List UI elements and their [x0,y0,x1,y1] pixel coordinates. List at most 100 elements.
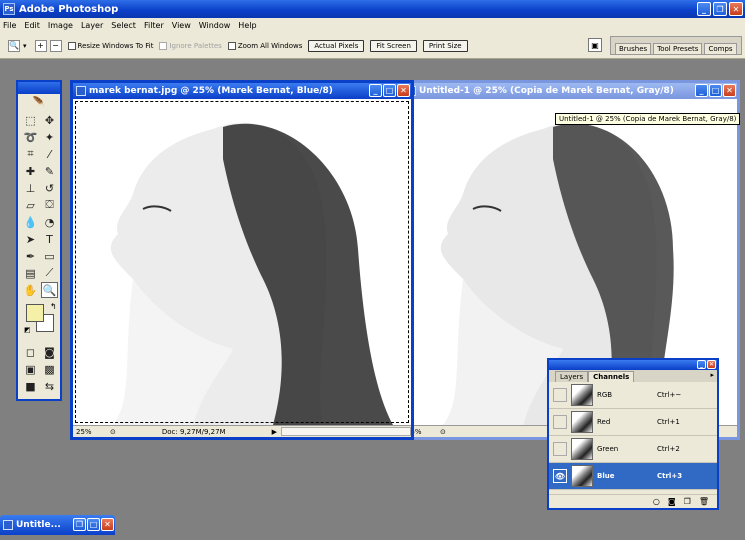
new-channel-icon[interactable]: ❐ [684,497,691,506]
channel-row-green[interactable]: Green Ctrl+2 [549,436,717,463]
minimize-icon[interactable]: _ [369,84,382,97]
eye-icon[interactable]: 👁 [553,469,567,483]
menu-image[interactable]: Image [48,21,73,30]
minimize-icon[interactable]: _ [695,84,708,97]
blur-tool-icon[interactable]: 💧 [22,214,39,230]
menu-view[interactable]: View [172,21,191,30]
minimize-icon[interactable]: _ [697,2,711,16]
marquee-tool-icon[interactable]: ⬚ [22,112,39,128]
shape-tool-icon[interactable]: ▭ [41,248,58,264]
crop-tool-icon[interactable]: ⌗ [22,146,39,162]
history-brush-tool-icon[interactable]: ↺ [41,180,58,196]
close-icon[interactable]: ✕ [101,518,114,531]
eraser-tool-icon[interactable]: ▱ [22,197,39,213]
tab-tool-presets[interactable]: Tool Presets [653,43,703,54]
zoom-in-icon[interactable]: + [34,39,47,52]
standard-screen-mode-icon[interactable]: ▣ [22,361,39,377]
status-menu-icon[interactable]: ⊙ [440,428,446,436]
menu-filter[interactable]: Filter [144,21,164,30]
channel-thumbnail [571,438,593,460]
print-size-button[interactable]: Print Size [422,39,468,52]
status-arrow-icon[interactable]: ▶ [272,428,277,436]
tab-channels[interactable]: Channels [588,371,635,382]
tab-layers[interactable]: Layers [555,371,589,382]
document-window-marek-bernat[interactable]: marek bernat.jpg @ 25% (Marek Bernat, Bl… [70,80,414,440]
full-screen-menu-mode-icon[interactable]: ▩ [41,361,58,377]
quick-mask-mode-icon[interactable]: ◙ [41,344,58,360]
feather-logo-icon[interactable]: 🪶 [18,94,60,110]
restore-icon[interactable]: ❐ [713,2,727,16]
menu-file[interactable]: File [3,21,16,30]
pen-tool-icon[interactable]: ✒ [22,248,39,264]
channel-row-red[interactable]: Red Ctrl+1 [549,409,717,436]
document-title-bar[interactable]: Untitled-1 @ 25% (Copia de Marek Bernat,… [403,83,737,99]
zoom-tool-selected-icon[interactable]: 🔍 [41,282,58,298]
maximize-icon[interactable]: □ [87,518,100,531]
paint-bucket-tool-icon[interactable]: ⛋ [41,197,58,213]
menu-layer[interactable]: Layer [81,21,103,30]
eyedropper-tool-icon[interactable]: ⟋ [41,265,58,281]
menu-window[interactable]: Window [199,21,231,30]
palette-menu-icon[interactable]: ▸ [710,371,714,379]
minimize-icon[interactable]: _ [697,360,706,369]
channel-row-blue[interactable]: 👁 Blue Ctrl+3 [549,463,717,490]
brush-tool-icon[interactable]: ✎ [41,163,58,179]
palette-title-bar[interactable]: _ ✕ [549,360,717,370]
menu-select[interactable]: Select [111,21,136,30]
tab-brushes[interactable]: Brushes [615,43,652,54]
full-screen-mode-icon[interactable]: ■ [22,378,39,394]
document-title-bar[interactable]: marek bernat.jpg @ 25% (Marek Bernat, Bl… [73,83,411,99]
resize-windows-checkbox[interactable]: Resize Windows To Fit [67,41,153,50]
load-selection-icon[interactable]: ○ [653,497,660,506]
maximize-icon[interactable]: □ [709,84,722,97]
magic-wand-tool-icon[interactable]: ✦ [41,129,58,145]
jump-to-imageready-icon[interactable]: ⇆ [41,378,58,394]
minimized-document-window[interactable]: Untitle... ❐ □ ✕ [0,515,115,535]
menu-help[interactable]: Help [238,21,256,30]
menu-edit[interactable]: Edit [24,21,40,30]
toolbox-title-bar[interactable] [18,82,60,94]
delete-channel-icon[interactable]: 🗑 [699,497,709,506]
actual-pixels-button[interactable]: Actual Pixels [308,39,365,52]
standard-mode-icon[interactable]: ◻ [22,344,39,360]
swap-colors-icon[interactable]: ↰ [50,302,57,311]
tab-comps[interactable]: Comps [704,43,737,54]
notes-tool-icon[interactable]: ▤ [22,265,39,281]
document-title: Untitled-1 @ 25% (Copia de Marek Bernat,… [419,86,674,96]
type-tool-icon[interactable]: T [41,231,58,247]
zoom-level[interactable]: 25% [76,428,106,436]
move-tool-icon[interactable]: ✥ [41,112,58,128]
default-colors-icon[interactable]: ◩ [24,326,31,334]
visibility-toggle[interactable] [553,415,567,429]
maximize-icon[interactable]: □ [383,84,396,97]
foreground-color-swatch[interactable] [26,304,44,322]
path-selection-tool-icon[interactable]: ➤ [22,231,39,247]
close-icon[interactable]: ✕ [723,84,736,97]
healing-brush-tool-icon[interactable]: ✚ [22,163,39,179]
status-menu-icon[interactable]: ⊙ [110,428,116,436]
visibility-toggle[interactable] [553,388,567,402]
close-icon[interactable]: ✕ [729,2,743,16]
channel-row-rgb[interactable]: RGB Ctrl+~ [549,382,717,409]
close-icon[interactable]: ✕ [397,84,410,97]
doc-size: Doc: 9,27M/9,27M [161,427,226,436]
zoom-out-icon[interactable]: − [49,39,62,52]
color-swatches: ↰ ◩ [22,302,57,336]
close-icon[interactable]: ✕ [707,360,716,369]
restore-icon[interactable]: ❐ [73,518,86,531]
zoom-tool-icon[interactable]: 🔍 [8,39,20,52]
save-selection-icon[interactable]: ◙ [668,497,676,506]
horizontal-scrollbar[interactable] [281,427,411,436]
zoom-all-windows-checkbox[interactable]: Zoom All Windows [227,41,302,50]
file-browser-icon[interactable]: ▣ [588,38,602,52]
dodge-tool-icon[interactable]: ◔ [41,214,58,230]
fit-screen-button[interactable]: Fit Screen [370,39,417,52]
app-title-bar[interactable]: Ps Adobe Photoshop _ ❐ ✕ [0,0,745,18]
clone-stamp-tool-icon[interactable]: ⊥ [22,180,39,196]
visibility-toggle[interactable] [553,442,567,456]
slice-tool-icon[interactable]: ⁄ [41,146,58,162]
document-canvas[interactable] [73,99,411,425]
hand-tool-icon[interactable]: ✋ [22,282,39,298]
lasso-tool-icon[interactable]: ➰ [22,129,39,145]
tool-preset-dropdown-icon[interactable]: ▾ [23,42,27,50]
